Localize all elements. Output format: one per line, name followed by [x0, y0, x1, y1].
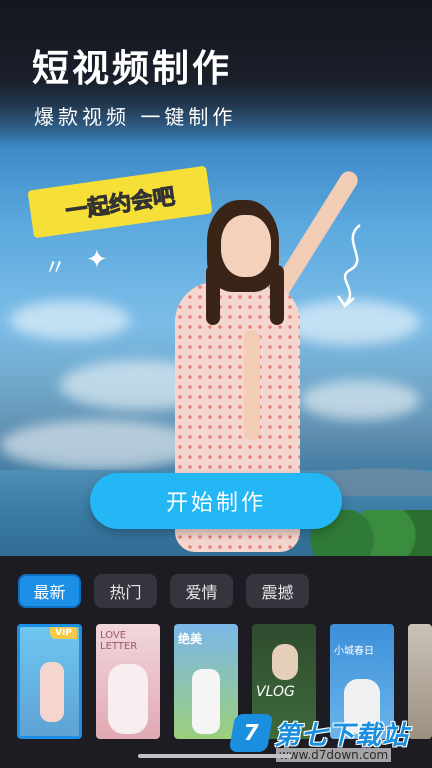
thumb-label: VLOG: [256, 684, 295, 700]
page-title: 短视频制作: [32, 47, 232, 90]
home-indicator[interactable]: [138, 754, 292, 758]
category-tabs: 最新 热门 爱情 震撼: [18, 574, 309, 608]
tab-love[interactable]: 爱情: [170, 574, 233, 608]
tab-popular[interactable]: 热门: [94, 574, 157, 608]
start-making-button[interactable]: 开始制作: [90, 473, 342, 529]
doodle-marks-icon: 〃: [44, 256, 67, 281]
page-subtitle: 爆款视频 一键制作: [34, 105, 237, 129]
girl-braid-left: [206, 265, 220, 325]
tab-latest[interactable]: 最新: [18, 574, 81, 608]
tab-epic[interactable]: 震撼: [246, 574, 309, 608]
thumb-figure: [108, 664, 148, 734]
sticker-label: 一起约会吧: [27, 165, 213, 239]
girl-braid-right: [270, 265, 284, 325]
thumb-figure: [272, 644, 298, 680]
template-thumbnail[interactable]: LOVE LETTER: [96, 624, 160, 739]
vip-badge: VIP: [50, 627, 77, 639]
thumb-label: 小城春日: [334, 646, 374, 657]
sparkle-icon: ✦: [86, 245, 108, 275]
template-thumbnail[interactable]: 绝美: [174, 624, 238, 739]
scribble-arrow-icon: [336, 224, 361, 308]
thumb-figure: [192, 669, 220, 734]
girl-lower-arm: [244, 330, 260, 440]
template-thumbnail[interactable]: VIP: [17, 624, 82, 739]
watermark-logo-icon: 7: [228, 714, 274, 752]
sticker-text: 一起约会吧: [64, 184, 177, 225]
thumb-label: LOVE LETTER: [100, 630, 138, 652]
thumb-label: 绝美: [178, 632, 203, 646]
thumb-figure: [40, 662, 64, 722]
watermark-url: www.d7down.com: [276, 748, 392, 762]
template-thumbnail[interactable]: [408, 624, 432, 739]
watermark-text: 第七下载站: [274, 720, 410, 751]
girl-face: [221, 215, 271, 277]
